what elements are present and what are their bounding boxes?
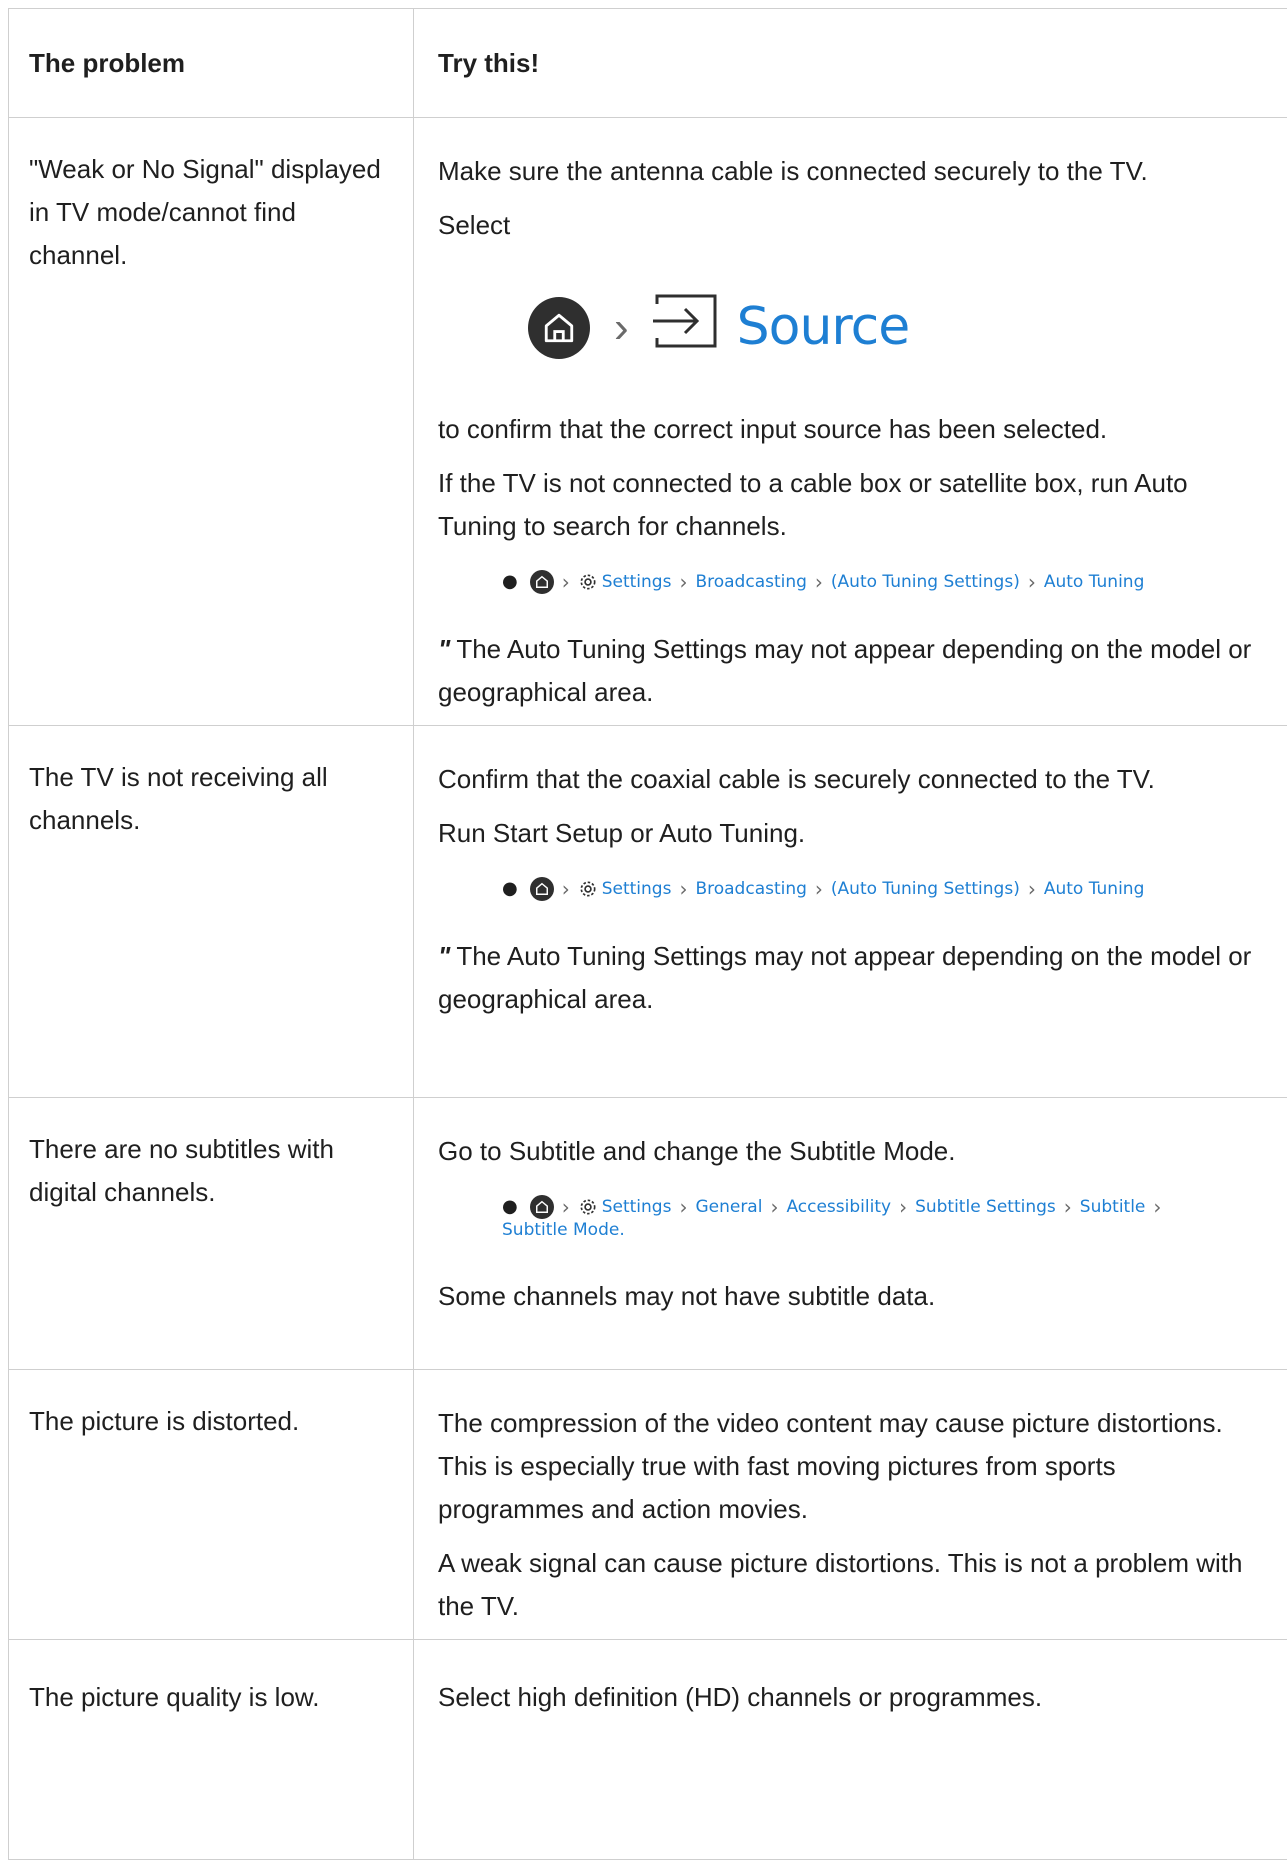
fix-cell: Select high definition (HD) channels or … — [414, 1640, 1287, 1860]
table-row: The picture is distorted. The compressio… — [9, 1370, 1287, 1640]
table-header-row: The problem Try this! — [9, 9, 1287, 118]
bullet-icon: ● — [502, 1196, 518, 1218]
fix-text: The compression of the video content may… — [438, 1402, 1263, 1531]
table-row: "Weak or No Signal" displayed in TV mode… — [9, 118, 1287, 726]
source-input-icon — [653, 294, 719, 361]
fix-cell: Go to Subtitle and change the Subtitle M… — [414, 1098, 1287, 1370]
fix-text: Run Start Setup or Auto Tuning. — [438, 812, 1263, 855]
settings-path: ● › Settings › Broadcasting › (Auto Tuni… — [502, 570, 1263, 594]
chevron-right-icon: › — [1064, 1196, 1072, 1218]
path-step: Broadcasting — [695, 571, 806, 593]
note-text: The Auto Tuning Settings may not appear … — [438, 634, 1251, 707]
bullet-icon: ● — [502, 878, 518, 900]
chevron-right-icon: › — [614, 306, 629, 350]
chevron-right-icon: › — [815, 571, 823, 593]
troubleshooting-table: The problem Try this! "Weak or No Signal… — [8, 8, 1287, 1860]
chevron-right-icon: › — [679, 1196, 687, 1218]
fix-text: to confirm that the correct input source… — [438, 408, 1263, 451]
path-step: Broadcasting — [695, 878, 806, 900]
gear-icon — [578, 1197, 598, 1217]
table-row: The picture quality is low. Select high … — [9, 1640, 1287, 1860]
settings-path: ● › Settings › General › Accessibility ›… — [502, 1195, 1162, 1241]
path-step: Auto Tuning — [1044, 878, 1145, 900]
note-text: The Auto Tuning Settings may not appear … — [438, 941, 1251, 1014]
path-step: Settings — [602, 571, 672, 593]
fix-text: Select — [438, 204, 1263, 247]
table-row: There are no subtitles with digital chan… — [9, 1098, 1287, 1370]
bullet-icon: ● — [502, 571, 518, 593]
header-fix: Try this! — [414, 9, 1287, 118]
note: "The Auto Tuning Settings may not appear… — [438, 935, 1263, 1021]
path-step: Accessibility — [786, 1196, 891, 1218]
fix-cell: Confirm that the coaxial cable is secure… — [414, 726, 1287, 1098]
path-step: (Auto Tuning Settings) — [831, 878, 1020, 900]
header-problem: The problem — [9, 9, 414, 118]
home-icon — [530, 1195, 554, 1219]
chevron-right-icon: › — [815, 878, 823, 900]
fix-cell: The compression of the video content may… — [414, 1370, 1287, 1640]
chevron-right-icon: › — [562, 571, 570, 593]
note-mark: " — [438, 941, 450, 971]
settings-path: ● › Settings › Broadcasting › (Auto Tuni… — [502, 877, 1263, 901]
path-step: Subtitle — [1080, 1196, 1146, 1218]
path-step: Settings — [602, 878, 672, 900]
path-step: Subtitle Settings — [915, 1196, 1056, 1218]
path-step: Auto Tuning — [1044, 571, 1145, 593]
table-row: The TV is not receiving all channels. Co… — [9, 726, 1287, 1098]
problem-cell: The picture is distorted. — [9, 1370, 414, 1640]
fix-text: Make sure the antenna cable is connected… — [438, 150, 1263, 193]
chevron-right-icon: › — [1153, 1196, 1161, 1218]
problem-cell: There are no subtitles with digital chan… — [9, 1098, 414, 1370]
fix-text: Go to Subtitle and change the Subtitle M… — [438, 1130, 1263, 1173]
path-step: Subtitle Mode. — [502, 1219, 625, 1241]
problem-cell: The picture quality is low. — [9, 1640, 414, 1860]
chevron-right-icon: › — [679, 878, 687, 900]
note-mark: " — [438, 634, 450, 664]
chevron-right-icon: › — [770, 1196, 778, 1218]
problem-cell: The TV is not receiving all channels. — [9, 726, 414, 1098]
source-path-graphic: › Source — [528, 285, 1263, 370]
chevron-right-icon: › — [562, 1196, 570, 1218]
path-step: Settings — [602, 1196, 672, 1218]
fix-text: Select high definition (HD) channels or … — [438, 1676, 1263, 1719]
path-step: General — [695, 1196, 762, 1218]
fix-text: If the TV is not connected to a cable bo… — [438, 462, 1263, 548]
troubleshooting-table-wrapper: The problem Try this! "Weak or No Signal… — [8, 8, 1287, 1860]
chevron-right-icon: › — [1028, 878, 1036, 900]
fix-text: Some channels may not have subtitle data… — [438, 1275, 1263, 1318]
source-label: Source — [737, 306, 910, 349]
gear-icon — [578, 572, 598, 592]
chevron-right-icon: › — [562, 878, 570, 900]
path-step: (Auto Tuning Settings) — [831, 571, 1020, 593]
home-icon — [528, 297, 590, 359]
fix-text: A weak signal can cause picture distorti… — [438, 1542, 1263, 1628]
home-icon — [530, 877, 554, 901]
fix-cell: Make sure the antenna cable is connected… — [414, 118, 1287, 726]
chevron-right-icon: › — [899, 1196, 907, 1218]
fix-text: Confirm that the coaxial cable is secure… — [438, 758, 1263, 801]
problem-cell: "Weak or No Signal" displayed in TV mode… — [9, 118, 414, 726]
chevron-right-icon: › — [1028, 571, 1036, 593]
note: "The Auto Tuning Settings may not appear… — [438, 628, 1263, 714]
gear-icon — [578, 879, 598, 899]
chevron-right-icon: › — [679, 571, 687, 593]
home-icon — [530, 570, 554, 594]
